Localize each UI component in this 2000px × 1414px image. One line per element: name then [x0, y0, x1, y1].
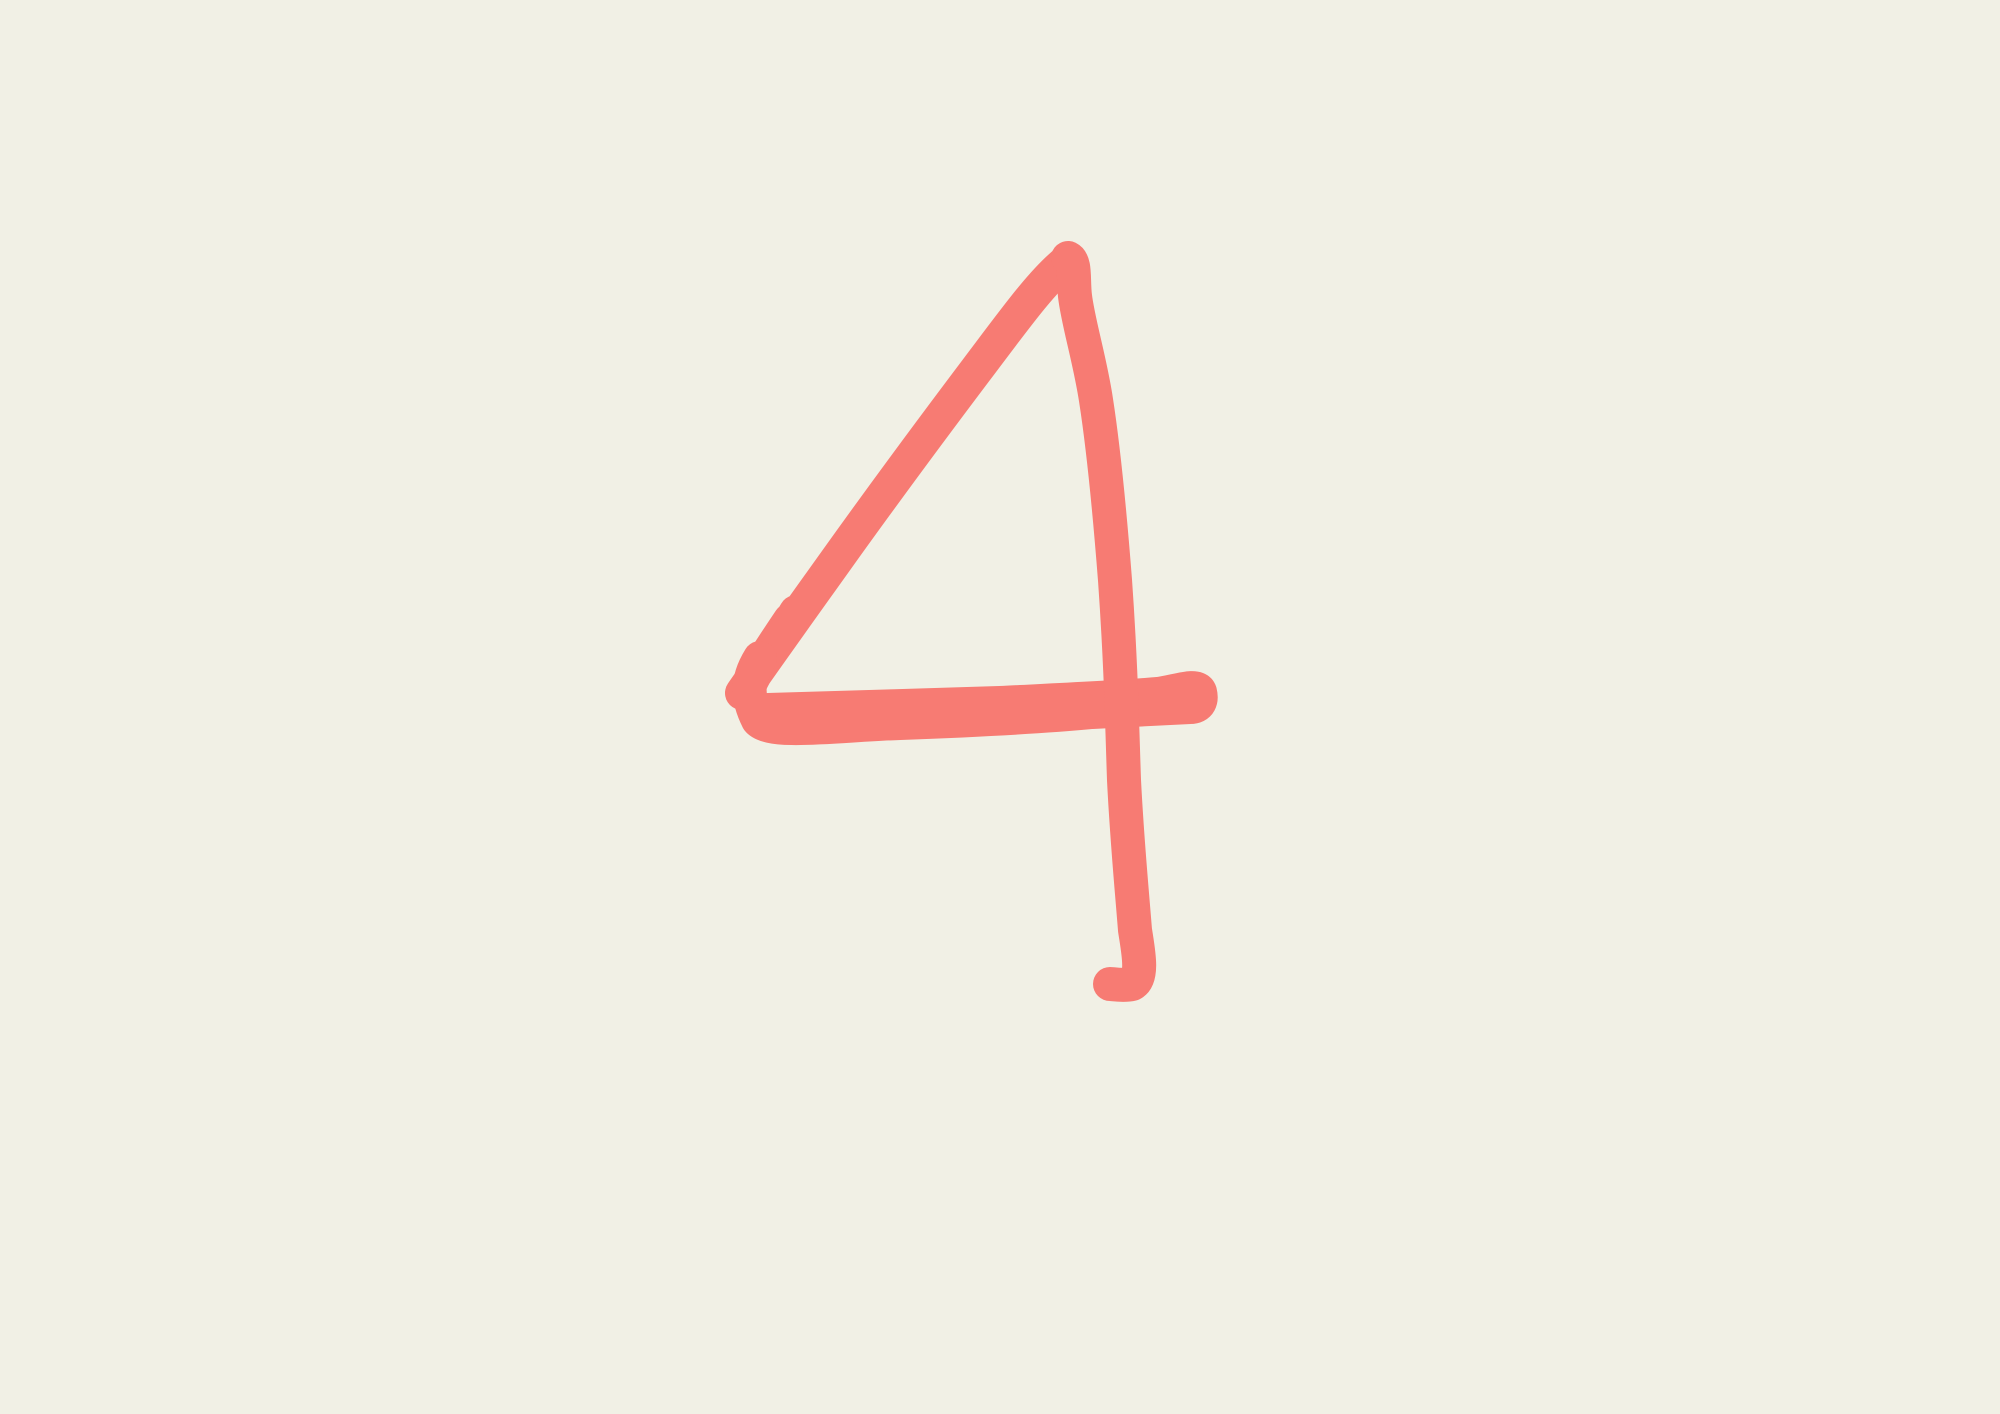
vertical-stem-ink — [1051, 241, 1157, 1002]
handwritten-digit-four-icon — [725, 241, 1218, 1002]
diagonal-stroke-ink — [725, 245, 1083, 710]
digit-strokes — [725, 241, 1218, 1002]
drawing-canvas — [0, 0, 2000, 1414]
